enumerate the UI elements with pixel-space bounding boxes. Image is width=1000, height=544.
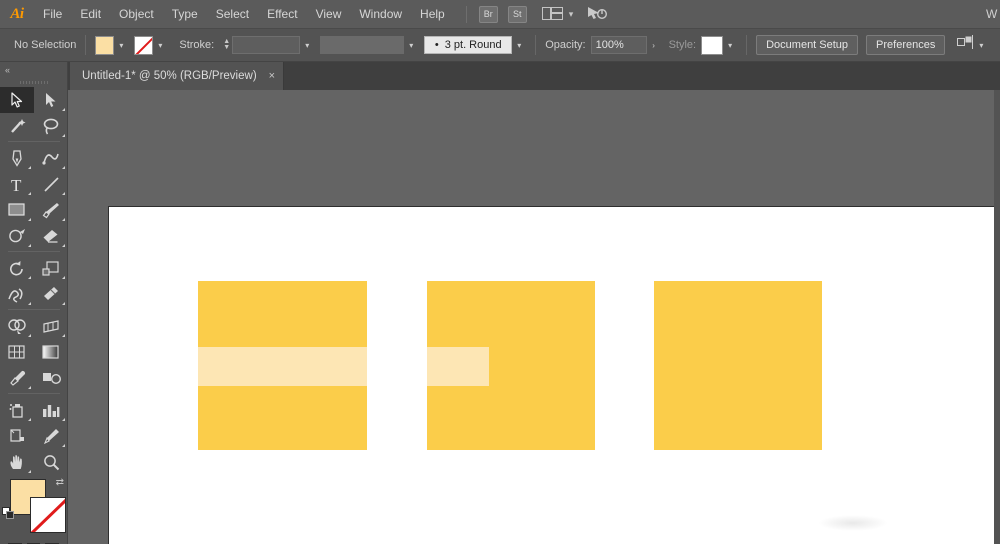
tool-eraser-tool[interactable] — [34, 223, 68, 249]
canvas-area[interactable] — [68, 90, 1000, 544]
styles-label: Style: — [668, 39, 697, 51]
menu-type[interactable]: Type — [163, 0, 207, 29]
tool-scale-tool[interactable] — [34, 255, 68, 281]
menu-divider — [465, 5, 467, 23]
tools-panel: « T ⇄ — [0, 62, 68, 544]
tool-gradient-tool[interactable] — [34, 339, 68, 365]
stroke-profile-input[interactable] — [320, 36, 405, 54]
close-icon[interactable]: × — [269, 70, 275, 82]
stroke-weight-chevron-down-icon[interactable]: ▾ — [300, 36, 314, 55]
document-tab-label: Untitled-1* @ 50% (RGB/Preview) — [82, 70, 257, 82]
opacity-expand-arrow[interactable]: › — [647, 36, 661, 55]
tool-rectangle-tool[interactable] — [0, 197, 34, 223]
selection-status: No Selection — [14, 39, 77, 51]
app-logo-icon: Ai — [10, 5, 24, 22]
shape-square-3-base[interactable] — [654, 281, 822, 450]
tool-curvature-tool[interactable] — [34, 145, 68, 171]
control-divider-3 — [746, 35, 748, 55]
tool-eyedropper-tool[interactable] — [0, 365, 34, 391]
tool-line-segment-tool[interactable] — [34, 171, 68, 197]
menu-edit[interactable]: Edit — [71, 0, 110, 29]
stroke-label: Stroke: — [179, 39, 215, 51]
tool-column-graph-tool[interactable] — [34, 397, 68, 423]
swap-fill-stroke-icon[interactable]: ⇄ — [56, 477, 64, 488]
fill-chevron-down-icon[interactable]: ▾ — [114, 36, 128, 55]
menu-file[interactable]: File — [34, 0, 71, 29]
tool-type-tool[interactable]: T — [0, 171, 34, 197]
tool-blend-tool[interactable] — [34, 365, 68, 391]
brush-chevron-down-icon[interactable]: ▾ — [512, 36, 526, 55]
brush-definition-select[interactable]: • 3 pt. Round — [424, 36, 513, 54]
document-tab-bar: Untitled-1* @ 50% (RGB/Preview) × — [0, 62, 1000, 90]
tool-hand-tool[interactable] — [0, 449, 34, 475]
tool-shaper-tool[interactable] — [0, 223, 34, 249]
stroke-weight-stepper[interactable]: ▲ ▼ — [221, 36, 232, 54]
tool-selection-tool[interactable] — [0, 87, 34, 113]
tool-width-tool[interactable] — [0, 281, 34, 307]
tool-perspective-grid-tool[interactable] — [34, 313, 68, 339]
document-setup-button[interactable]: Document Setup — [756, 35, 859, 55]
bridge-button[interactable]: Br — [478, 5, 498, 23]
tool-free-transform-tool[interactable] — [34, 281, 68, 307]
stroke-profile-chevron-down-icon[interactable]: ▾ — [404, 36, 418, 55]
tool-lasso-tool[interactable] — [34, 113, 68, 139]
brush-label: 3 pt. Round — [444, 39, 502, 51]
opacity-label: Opacity: — [545, 39, 586, 51]
cursor-power-icon[interactable] — [587, 5, 608, 23]
preferences-button[interactable]: Preferences — [866, 35, 946, 55]
stroke-color-indicator[interactable] — [30, 497, 66, 533]
stock-button[interactable]: St — [507, 5, 527, 23]
stroke-chevron-down-icon[interactable]: ▾ — [153, 36, 167, 55]
illustrator-window: Ai File Edit Object Type Select Effect V… — [0, 0, 1000, 544]
panel-drag-handle[interactable] — [0, 78, 67, 87]
tool-direct-selection-tool[interactable] — [34, 87, 68, 113]
color-mode-bar — [0, 539, 67, 544]
align-chevron-down-icon[interactable]: ▾ — [974, 36, 988, 55]
tool-pen-tool[interactable] — [0, 145, 34, 171]
opacity-input[interactable]: 100% — [590, 36, 647, 54]
tool-grid: T — [0, 87, 68, 475]
menu-bar: Ai File Edit Object Type Select Effect V… — [0, 0, 1000, 29]
tool-shape-builder-tool[interactable] — [0, 313, 34, 339]
tool-mesh-tool[interactable] — [0, 339, 34, 365]
panel-collapse-button[interactable]: « — [0, 62, 67, 78]
tool-artboard-tool[interactable] — [0, 423, 34, 449]
default-fill-stroke-icon[interactable] — [2, 507, 15, 520]
arrange-documents-icon[interactable] — [541, 6, 564, 22]
tool-rotate-tool[interactable] — [0, 255, 34, 281]
tool-paintbrush-tool[interactable] — [34, 197, 68, 223]
styles-chevron-down-icon[interactable]: ▾ — [723, 36, 737, 55]
stroke-color-swatch[interactable] — [134, 35, 154, 55]
menu-help[interactable]: Help — [411, 0, 454, 29]
control-divider — [85, 35, 87, 55]
shape-square-2-band[interactable] — [427, 347, 489, 386]
menu-effect[interactable]: Effect — [258, 0, 306, 29]
workspace-label[interactable]: W — [986, 0, 1000, 29]
align-to-artboard-icon[interactable] — [957, 35, 974, 55]
document-tab[interactable]: Untitled-1* @ 50% (RGB/Preview) × — [70, 62, 285, 90]
menu-object[interactable]: Object — [110, 0, 163, 29]
graphic-style-swatch[interactable] — [701, 35, 724, 55]
brush-bullet-icon: • — [434, 39, 439, 51]
tool-zoom-tool[interactable] — [34, 449, 68, 475]
canvas-artifact — [818, 515, 888, 531]
control-bar: No Selection ▾ ▾ Stroke: ▲ ▼ ▾ ▾ • 3 pt. … — [0, 29, 1000, 62]
chevron-down-icon[interactable]: ▾ — [569, 9, 574, 20]
right-panel-strip — [994, 90, 1000, 544]
menu-window[interactable]: Window — [350, 0, 411, 29]
shape-square-1-band[interactable] — [198, 347, 367, 386]
fill-stroke-widget: ⇄ — [0, 477, 68, 539]
stroke-weight-input[interactable] — [232, 36, 301, 54]
tool-magic-wand-tool[interactable] — [0, 113, 34, 139]
tool-symbol-sprayer-tool[interactable] — [0, 397, 34, 423]
fill-color-swatch[interactable] — [95, 35, 115, 55]
control-divider-2 — [535, 35, 537, 55]
menu-select[interactable]: Select — [207, 0, 258, 29]
menu-view[interactable]: View — [307, 0, 351, 29]
tool-slice-tool[interactable] — [34, 423, 68, 449]
svg-text:T: T — [11, 176, 22, 193]
